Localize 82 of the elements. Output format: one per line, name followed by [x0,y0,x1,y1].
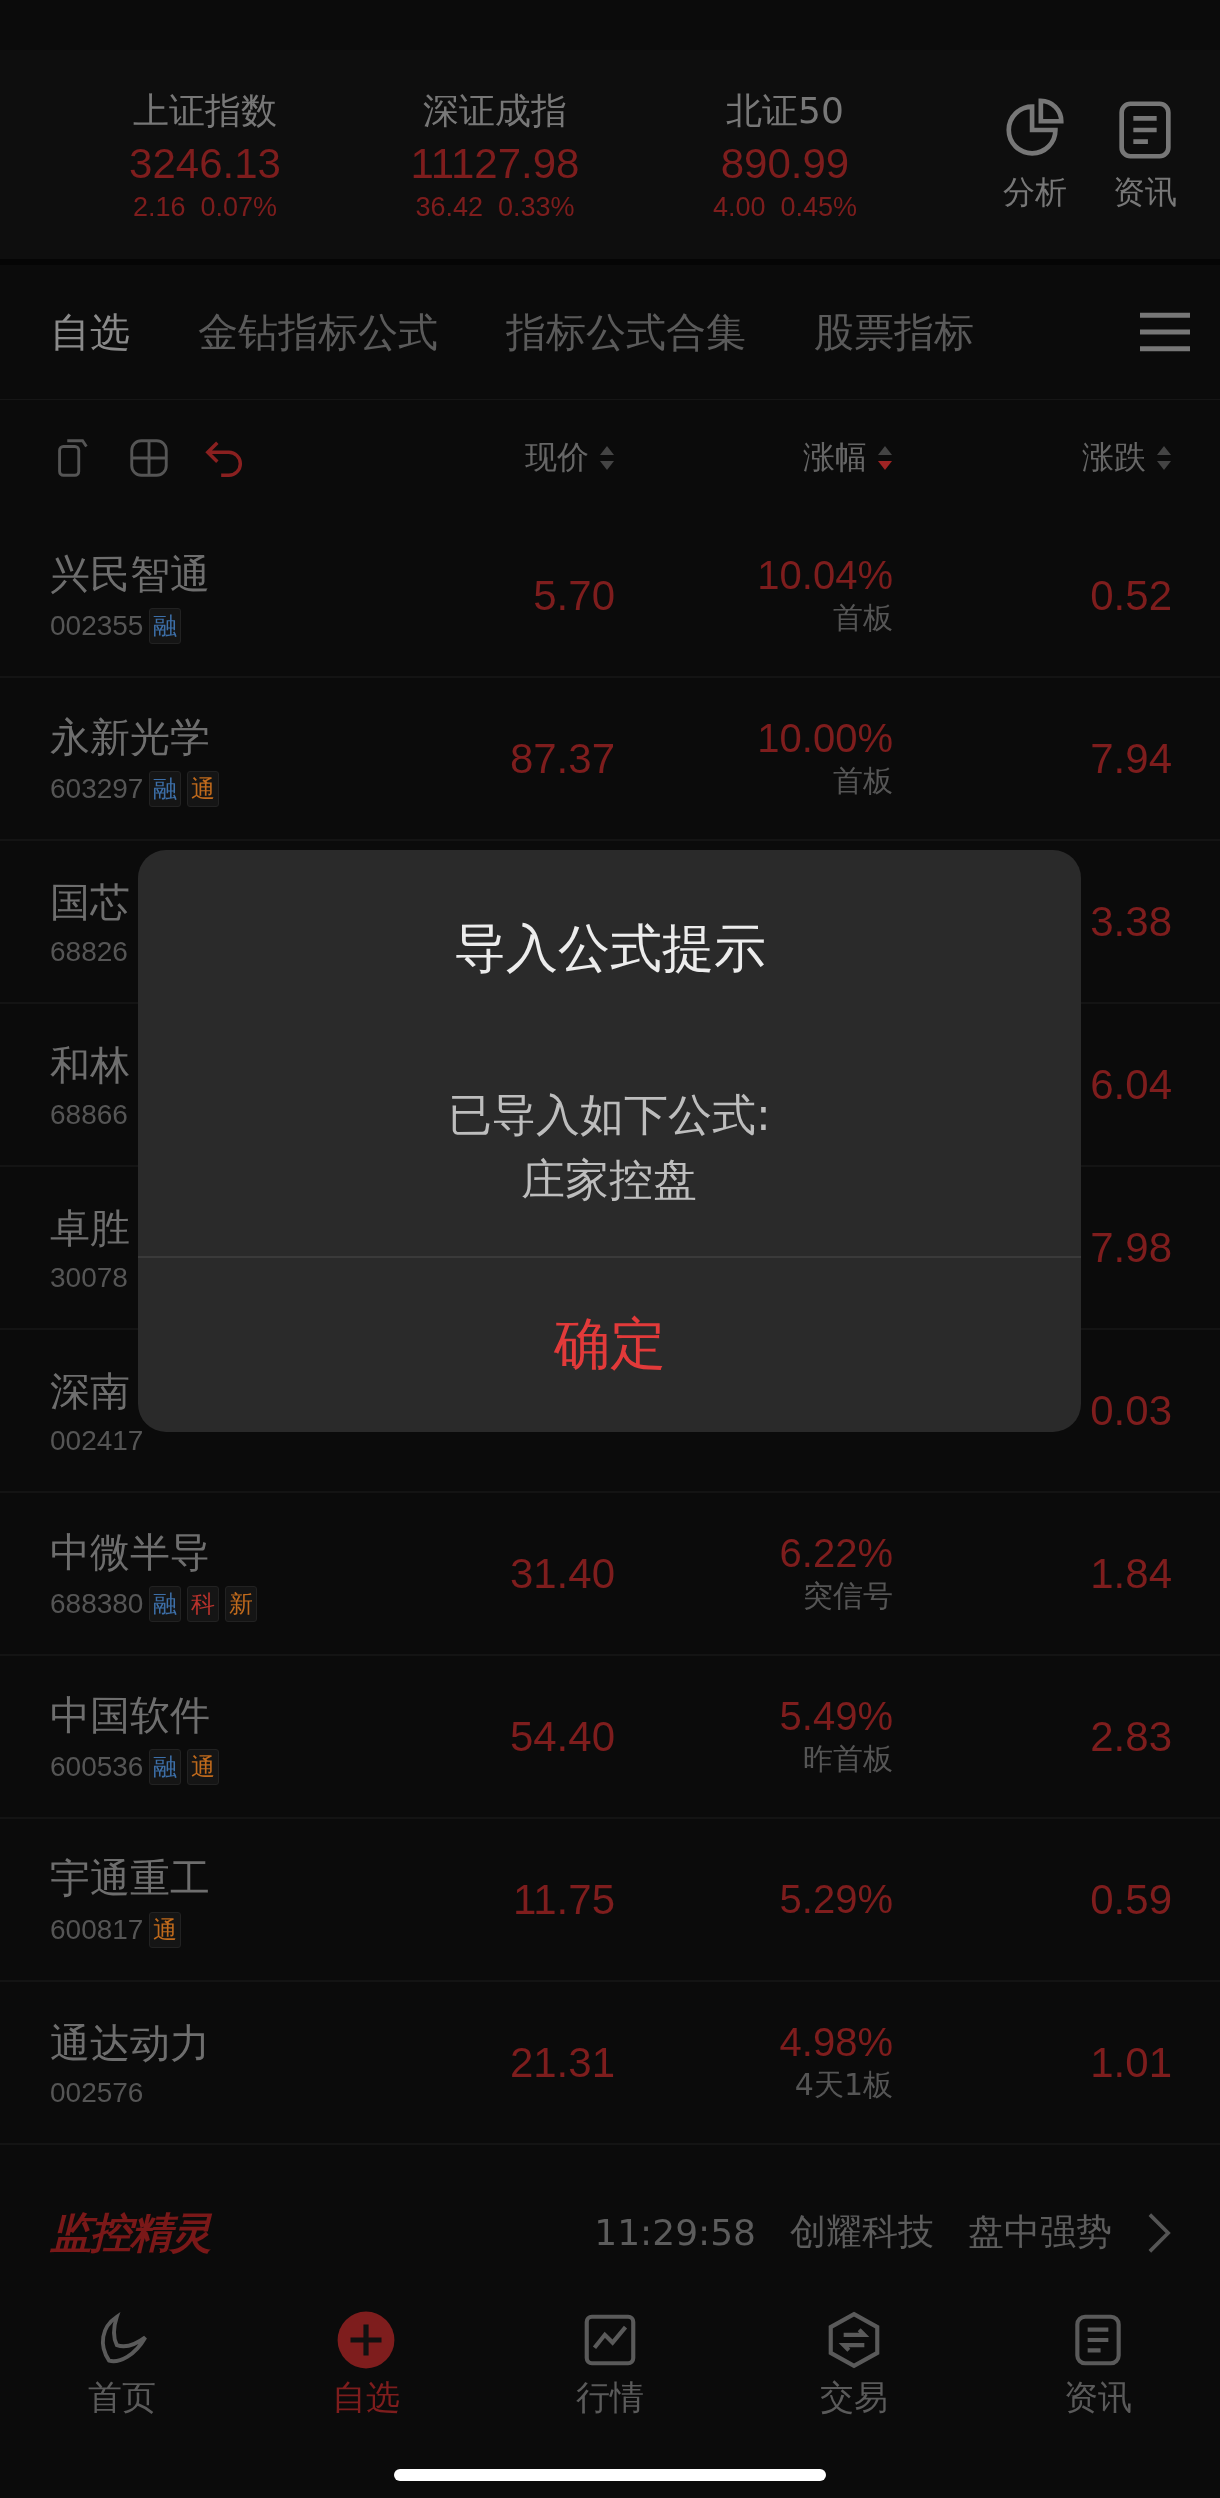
index-change: 2.16 0.07% [132,191,278,223]
tag: 通 [187,1749,220,1785]
nav-tab[interactable]: 资讯 [976,2309,1220,2421]
index-name[interactable]: 北证50 [726,86,844,136]
tag: 新 [225,1586,258,1622]
analysis-button[interactable]: 分析 [1000,94,1070,215]
price: 87.37 [509,734,615,783]
dialog-message: 已导入如下公式: [448,1088,771,1142]
index-value: 3246.13 [129,139,281,188]
index-value: 11127.98 [410,139,580,188]
stock-name[interactable]: 中国软件 [50,1688,385,1743]
news-button[interactable]: 资讯 [1110,94,1180,215]
change: 7.98 [1090,1223,1172,1272]
change: 1.01 [1090,2038,1172,2087]
stock-name[interactable]: 通达动力 [50,2016,385,2071]
tag: 融 [149,1586,182,1622]
nav-tab[interactable]: 自选 [244,2309,488,2421]
percent-change: 5.49% [779,1693,893,1739]
change: 0.52 [1090,571,1172,620]
dialog-title: 导入公式提示 [453,917,766,980]
formula-name: 庄家控盘 [521,1153,698,1207]
price: 54.40 [509,1712,615,1761]
price: 31.40 [509,1549,615,1598]
stock-name[interactable]: 永新光学 [50,710,385,765]
stock-code: 688380 [50,1588,144,1620]
tab[interactable]: 金钻指标公式 [198,304,438,360]
column-header[interactable]: 涨跌 [1082,435,1172,480]
nav-tab[interactable]: 行情 [488,2309,732,2421]
stock-code: 30078 [50,1262,128,1294]
stock-name[interactable]: 宇通重工 [50,1851,385,1906]
price: 21.31 [509,2038,615,2087]
signal-label: 首板 [833,598,893,637]
stock-name[interactable]: 兴民智通 [50,547,385,602]
index-name[interactable]: 上证指数 [133,86,277,136]
tag: 融 [149,608,182,644]
ticker-signal: 盘中强势 [968,2210,1112,2254]
ticker-stock[interactable]: 创耀科技 [790,2208,934,2257]
stock-code: 600817 [50,1914,144,1946]
change: 6.04 [1090,1060,1172,1109]
index-change: 4.00 0.45% [712,191,858,223]
tag: 科 [187,1586,220,1622]
change: 0.59 [1090,1875,1172,1924]
percent-change: 4.98% [779,2019,893,2065]
price: 11.75 [513,1875,615,1924]
tag: 通 [149,1912,182,1948]
change: 0.03 [1090,1386,1172,1435]
change: 1.84 [1090,1549,1172,1598]
plus-icon [335,2309,397,2371]
nav-tab[interactable]: 首页 [0,2309,244,2421]
tag: 通 [187,771,220,807]
price: 5.70 [533,571,615,620]
tag: 融 [149,1749,182,1785]
stock-code: 002355 [50,610,144,642]
column-header[interactable]: 现价 [525,435,615,480]
percent-change: 10.04% [757,552,893,598]
menu-icon[interactable] [1140,310,1190,354]
column-header[interactable]: 涨幅 [803,435,893,480]
nav-tab[interactable]: 交易 [732,2309,976,2421]
percent-change: 10.00% [757,715,893,761]
tag: 融 [149,771,182,807]
stock-code: 600536 [50,1751,144,1783]
stock-code: 603297 [50,773,144,805]
stock-code: 002576 [50,2077,144,2109]
change: 3.38 [1090,897,1172,946]
stock-code: 68866 [50,1099,128,1131]
change: 7.94 [1090,734,1172,783]
index-value: 890.99 [720,139,850,188]
signal-label: 突信号 [803,1576,893,1615]
change: 2.83 [1090,1712,1172,1761]
signal-label: 首板 [833,761,893,800]
tab[interactable]: 指标公式合集 [506,304,746,360]
brand-logo: 监控精灵 [50,2206,210,2259]
signal-label: 4天1板 [794,2065,893,2104]
ticker-time: 11:29:58 [594,2212,756,2253]
percent-change: 6.22% [779,1530,893,1576]
percent-change: 5.29% [779,1877,893,1922]
tab[interactable]: 股票指标 [814,304,974,360]
signal-label: 昨首板 [803,1739,893,1778]
stock-code: 68826 [50,936,128,968]
index-change: 36.42 0.33% [415,191,575,223]
index-name[interactable]: 深证成指 [423,86,567,136]
stock-name[interactable]: 中微半导 [50,1525,385,1580]
